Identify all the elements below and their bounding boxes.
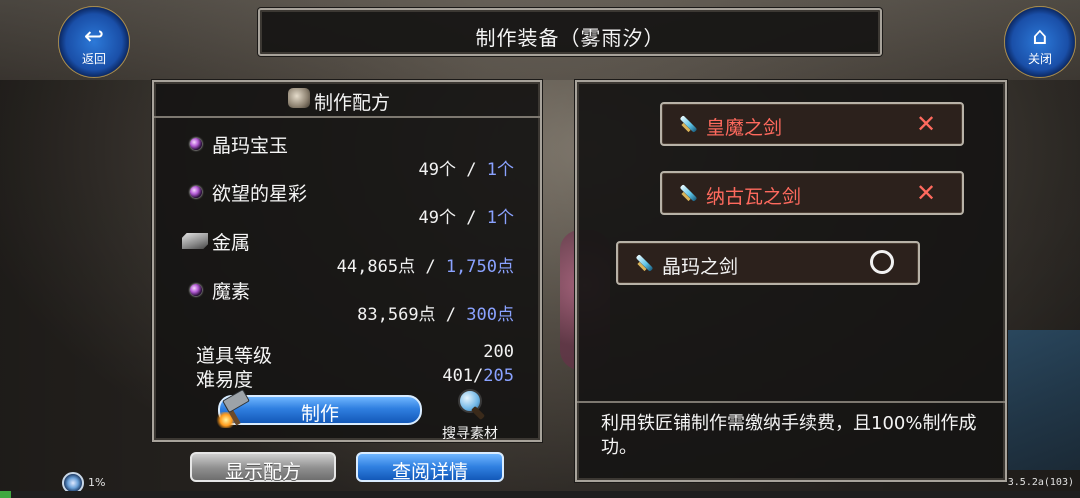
- material-quantity: 49个 / 1个: [300, 203, 514, 228]
- unavailable-cross-icon: ✕: [916, 179, 937, 207]
- view-details-label: 查阅详情: [391, 461, 468, 483]
- purple-orb-icon: [190, 186, 202, 198]
- progress-percent: 1%: [88, 476, 106, 489]
- material-have: 49个: [418, 160, 457, 180]
- sword-icon: [678, 184, 698, 204]
- recipe-scroll-icon: [288, 88, 310, 108]
- material-need: 1,750点: [445, 257, 514, 277]
- material-name: 欲望的星彩: [212, 183, 308, 205]
- show-recipe-label: 显示配方: [224, 461, 301, 483]
- recipe-panel-title: 制作配方: [314, 92, 391, 114]
- close-button-label: 关闭: [1027, 52, 1052, 66]
- material-need: 1个: [486, 208, 514, 228]
- material-name: 魔素: [212, 281, 251, 303]
- magnifier-grip: [470, 405, 486, 421]
- recipe-panel-header: 制作配方: [154, 82, 540, 118]
- material-name: 晶玛宝玉: [212, 135, 289, 157]
- recipe-item[interactable]: 皇魔之剑 ✕: [660, 102, 964, 146]
- recipe-item-name: 皇魔之剑: [706, 117, 783, 139]
- sword-icon: [678, 115, 698, 135]
- back-arrow-icon: ↩: [83, 22, 105, 50]
- available-circle-icon: [870, 250, 894, 274]
- item-level-value: 200: [483, 342, 514, 362]
- version-label: 3.5.2a(103): [1007, 477, 1074, 488]
- show-recipe-button[interactable]: 显示配方: [190, 452, 336, 483]
- material-sep: /: [456, 160, 487, 180]
- material-need: 300点: [466, 305, 514, 325]
- difficulty-need: 205: [483, 366, 514, 386]
- background-pool: [1005, 330, 1080, 470]
- unavailable-cross-icon: ✕: [916, 110, 937, 138]
- material-have: 49个: [418, 208, 457, 228]
- back-button[interactable]: ↩ 返回: [58, 6, 130, 78]
- material-quantity: 44,865点 / 1,750点: [290, 252, 514, 277]
- purple-orb-icon: [190, 138, 202, 150]
- metal-ingot-icon: [182, 233, 208, 249]
- material-sep: /: [415, 257, 446, 277]
- magnifier-icon[interactable]: [456, 388, 488, 421]
- progress-bar: [0, 491, 1080, 498]
- material-sep: /: [435, 305, 467, 325]
- home-icon: ⌂: [1032, 22, 1048, 50]
- item-level-label: 道具等级: [196, 345, 273, 367]
- material-sep: /: [456, 208, 487, 228]
- craft-description: 利用铁匠铺制作需缴纳手续费，且100%制作成功。: [601, 413, 977, 458]
- page-title: 制作装备（雾雨汐）: [475, 26, 665, 50]
- recipe-item[interactable]: 纳古瓦之剑 ✕: [660, 171, 964, 215]
- difficulty-label: 难易度: [196, 369, 254, 391]
- material-name: 金属: [212, 232, 251, 254]
- progress-bar-fill: [0, 491, 11, 498]
- recipe-item-name: 晶玛之剑: [662, 256, 739, 278]
- close-button[interactable]: ⌂ 关闭: [1004, 6, 1076, 78]
- material-have: 83,569点: [357, 305, 436, 325]
- title-bar: 制作装备（雾雨汐）: [258, 8, 882, 56]
- difficulty-have: 401/: [442, 366, 484, 386]
- panel-divider: [577, 401, 1005, 403]
- recipe-item-selected[interactable]: 晶玛之剑: [616, 241, 920, 285]
- hammer-head: [222, 388, 250, 414]
- material-quantity: 83,569点 / 300点: [300, 300, 514, 325]
- material-need: 1个: [486, 160, 514, 180]
- difficulty-value: 401/205: [400, 366, 514, 386]
- hammer-icon: [212, 388, 254, 430]
- back-button-label: 返回: [81, 52, 106, 66]
- search-materials-label[interactable]: 搜寻素材: [442, 423, 498, 443]
- recipe-item-name: 纳古瓦之剑: [706, 186, 802, 208]
- material-have: 44,865点: [336, 257, 416, 277]
- material-quantity: 49个 / 1个: [300, 155, 514, 180]
- purple-orb-icon: [190, 284, 202, 296]
- view-details-button[interactable]: 查阅详情: [356, 452, 504, 483]
- sword-icon: [634, 254, 654, 274]
